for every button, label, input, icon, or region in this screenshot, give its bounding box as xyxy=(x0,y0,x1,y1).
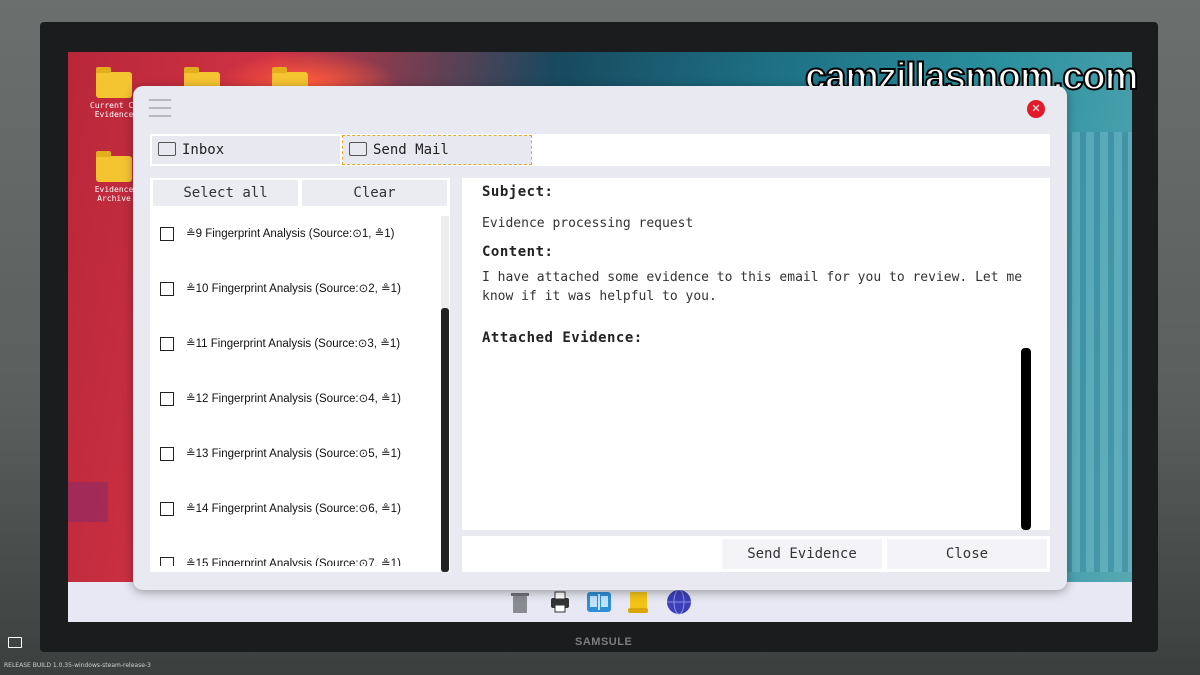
list-item[interactable]: ≗11 Fingerprint Analysis (Source:⊙3, ≗1) xyxy=(160,334,438,354)
list-item-label: ≗13 Fingerprint Analysis (Source:⊙5, ≗1) xyxy=(186,448,401,460)
checkbox[interactable] xyxy=(160,337,174,351)
checkbox[interactable] xyxy=(160,447,174,461)
compose-footer: Send Evidence Close xyxy=(462,536,1050,572)
mail-tabbar: Inbox Send Mail xyxy=(150,134,1050,166)
evidence-list-pane: Select all Clear ≗9 Fingerprint Analysis… xyxy=(150,178,450,572)
checkbox[interactable] xyxy=(160,557,174,566)
hamburger-menu-icon[interactable] xyxy=(149,99,171,117)
inbox-icon xyxy=(158,142,176,156)
subject-value: Evidence processing request xyxy=(482,216,694,231)
trash-icon[interactable] xyxy=(506,588,534,616)
wallpaper-block xyxy=(68,482,108,522)
list-actions: Select all Clear xyxy=(150,178,450,208)
globe-icon[interactable] xyxy=(665,588,693,616)
tab-send-mail-label: Send Mail xyxy=(373,142,449,158)
list-item[interactable]: ≗14 Fingerprint Analysis (Source:⊙6, ≗1) xyxy=(160,499,438,519)
evidence-list: ≗9 Fingerprint Analysis (Source:⊙1, ≗1) … xyxy=(150,214,438,566)
select-all-button[interactable]: Select all xyxy=(153,180,298,206)
folder-icon[interactable] xyxy=(8,637,22,648)
monitor-brand: SAMSULE xyxy=(575,636,633,648)
list-item[interactable]: ≗10 Fingerprint Analysis (Source:⊙2, ≗1) xyxy=(160,279,438,299)
attached-scrollbar[interactable] xyxy=(1021,348,1031,530)
mail-window: ✕ Inbox Send Mail Select all Clear ≗9 Fi… xyxy=(133,86,1067,590)
list-item[interactable]: ≗13 Fingerprint Analysis (Source:⊙5, ≗1) xyxy=(160,444,438,464)
list-item[interactable]: ≗12 Fingerprint Analysis (Source:⊙4, ≗1) xyxy=(160,389,438,409)
list-item-label: ≗15 Fingerprint Analysis (Source:⊙7, ≗1) xyxy=(186,558,401,566)
list-item-label: ≗10 Fingerprint Analysis (Source:⊙2, ≗1) xyxy=(186,283,401,295)
list-item[interactable]: ≗9 Fingerprint Analysis (Source:⊙1, ≗1) xyxy=(160,224,438,244)
list-item-label: ≗9 Fingerprint Analysis (Source:⊙1, ≗1) xyxy=(186,228,395,240)
scroll-icon[interactable] xyxy=(625,588,653,616)
list-item[interactable]: ≗15 Fingerprint Analysis (Source:⊙7, ≗1) xyxy=(160,554,438,566)
list-item-label: ≗12 Fingerprint Analysis (Source:⊙4, ≗1) xyxy=(186,393,401,405)
window-close-icon[interactable]: ✕ xyxy=(1027,100,1045,118)
mail-compose-pane: Subject: Evidence processing request Con… xyxy=(462,178,1050,530)
content-value: I have attached some evidence to this em… xyxy=(482,270,1023,304)
checkbox[interactable] xyxy=(160,392,174,406)
subject-label: Subject: xyxy=(482,184,554,200)
clear-button[interactable]: Clear xyxy=(302,180,447,206)
checkbox[interactable] xyxy=(160,282,174,296)
checkbox[interactable] xyxy=(160,227,174,241)
list-item-label: ≗11 Fingerprint Analysis (Source:⊙3, ≗1) xyxy=(186,338,401,350)
attached-evidence-label: Attached Evidence: xyxy=(482,330,643,346)
content-label: Content: xyxy=(482,244,554,260)
list-scrollbar-thumb[interactable] xyxy=(441,308,449,572)
checkbox[interactable] xyxy=(160,502,174,516)
tab-inbox-label: Inbox xyxy=(182,142,225,158)
printer-icon[interactable] xyxy=(546,588,574,616)
tab-send-mail[interactable]: Send Mail xyxy=(342,135,532,165)
folder-icon xyxy=(96,151,132,182)
book-icon[interactable] xyxy=(585,588,613,616)
envelope-icon xyxy=(349,142,367,156)
list-item-label: ≗14 Fingerprint Analysis (Source:⊙6, ≗1) xyxy=(186,503,401,515)
send-evidence-button[interactable]: Send Evidence xyxy=(722,539,882,569)
close-button[interactable]: Close xyxy=(887,539,1047,569)
folder-icon xyxy=(96,67,132,98)
tab-inbox[interactable]: Inbox xyxy=(152,136,340,164)
build-info: RELEASE BUILD 1.0.35-windows-steam-relea… xyxy=(4,662,151,669)
